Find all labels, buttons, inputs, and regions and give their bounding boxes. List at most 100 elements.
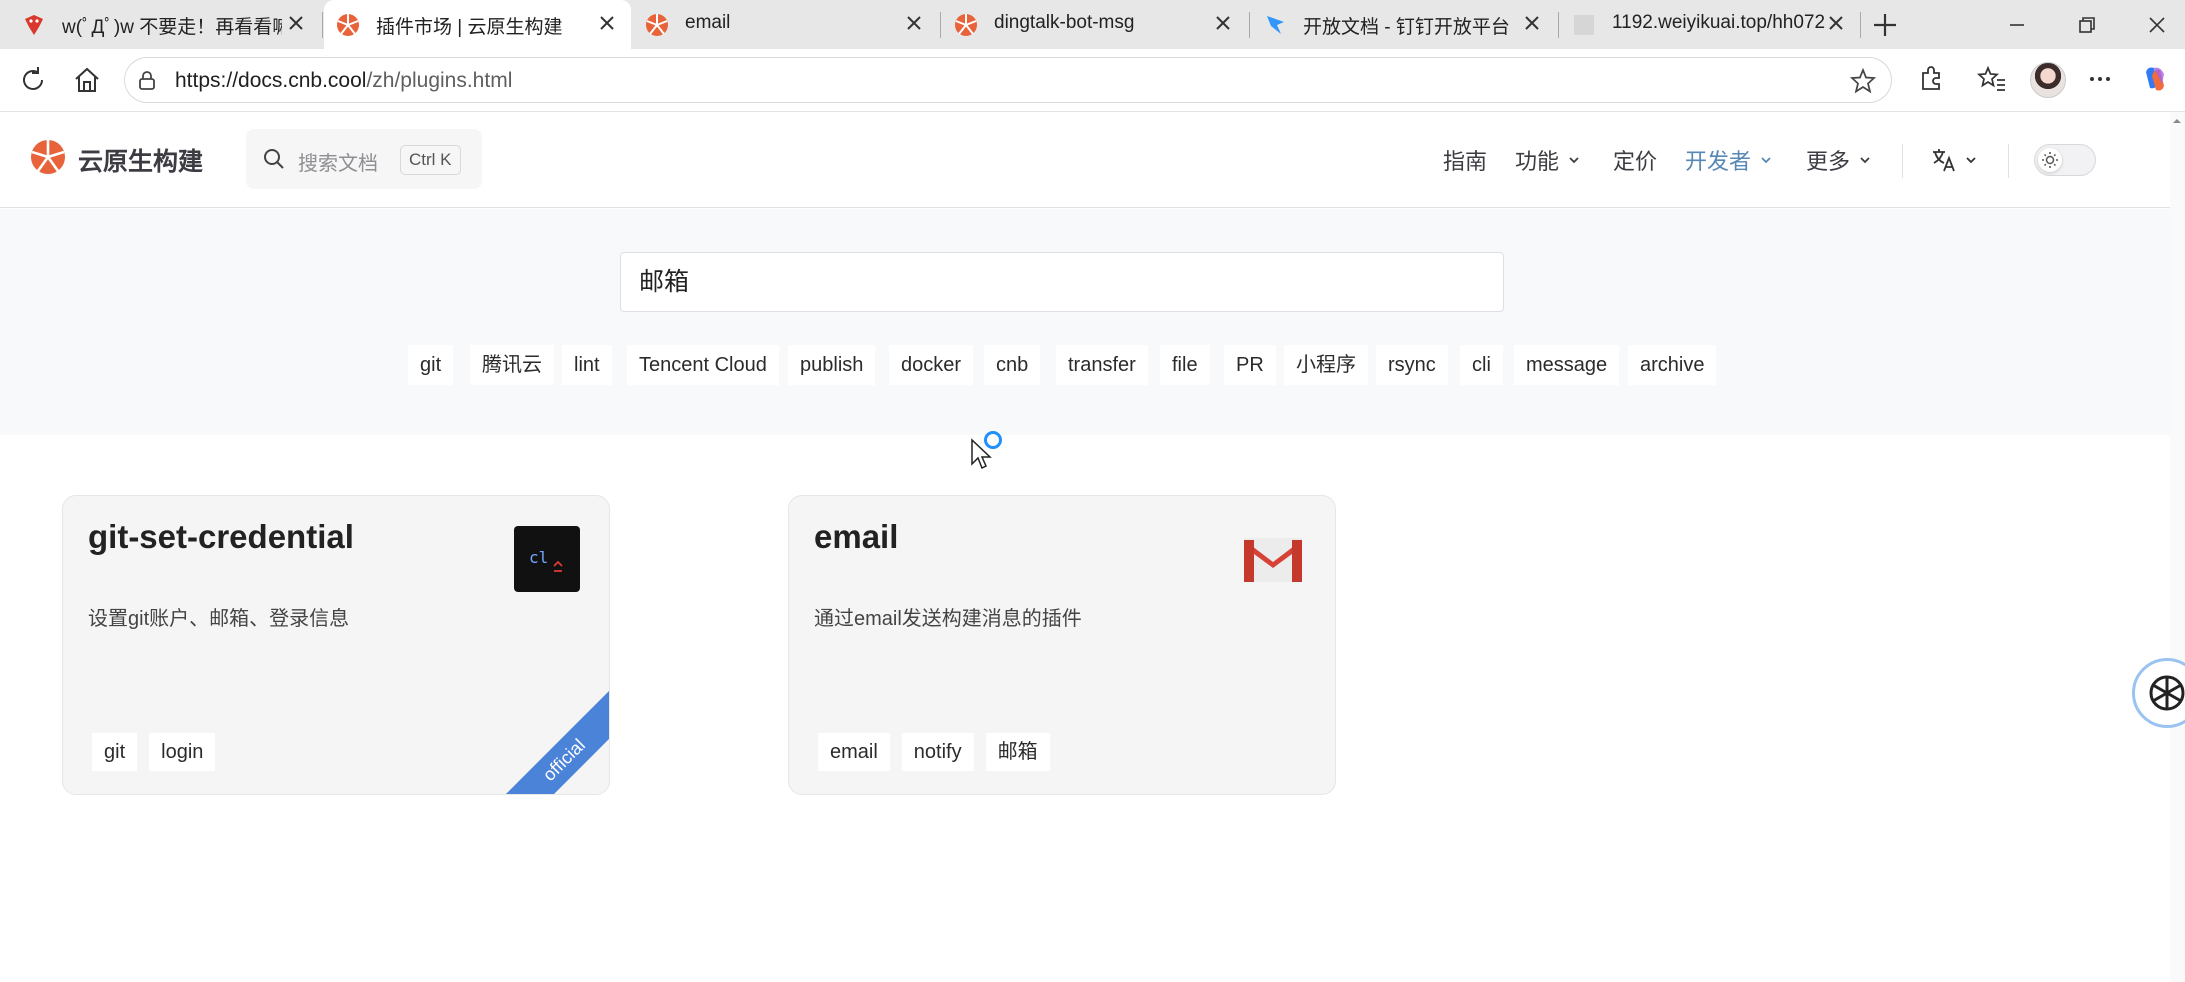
restore-icon[interactable] xyxy=(2072,10,2102,40)
assistant-logo-icon xyxy=(2149,675,2185,711)
nav-features[interactable]: 功能 xyxy=(1515,144,1581,176)
tab-title: 插件市场 | 云原生构建 xyxy=(376,17,563,38)
tag-filter[interactable]: 腾讯云 xyxy=(470,345,554,385)
profile-avatar[interactable] xyxy=(2030,62,2066,98)
tab-title: dingtalk-bot-msg xyxy=(994,12,1135,33)
search-icon xyxy=(264,149,284,169)
tag-filter[interactable]: archive xyxy=(1628,345,1717,385)
nav-guide[interactable]: 指南 xyxy=(1443,144,1487,176)
nav-divider xyxy=(1902,144,1903,178)
plugin-search-area: 邮箱 git 腾讯云 lint Tencent Cloud publish do… xyxy=(0,209,2170,435)
tag-filter[interactable]: Tencent Cloud xyxy=(627,345,779,385)
tag-filter[interactable]: file xyxy=(1160,345,1210,385)
plugin-card-git-set-credential[interactable]: git-set-credential cl 设置git账户、邮箱、登录信息 gi… xyxy=(62,495,610,795)
plugin-tag[interactable]: login xyxy=(149,733,216,771)
theme-toggle[interactable] xyxy=(2034,144,2096,176)
official-badge: official xyxy=(484,680,609,794)
plugin-description: 通过email发送构建消息的插件 xyxy=(814,608,1082,630)
browser-tab-6[interactable]: 1192.weiyikuai.top/hh072 xyxy=(1560,0,1860,49)
site-header: 云原生构建 搜索文档 Ctrl K 指南 功能 定价 开发者 更多 xyxy=(0,112,2170,208)
favorites-icon[interactable] xyxy=(1975,62,2009,96)
tab-title: 开放文档 - 钉钉开放平台 xyxy=(1303,17,1510,38)
nav-developer[interactable]: 开发者 xyxy=(1685,144,1773,176)
doc-search-button[interactable]: 搜索文档 Ctrl K xyxy=(246,129,482,189)
close-tab-icon[interactable] xyxy=(1824,11,1848,35)
extensions-icon[interactable] xyxy=(1914,62,1948,96)
nav-more[interactable]: 更多 xyxy=(1806,144,1872,176)
plugin-tags: email notify 邮箱 xyxy=(818,733,1050,771)
language-switcher[interactable] xyxy=(1930,144,1990,176)
tag-filter-list: git 腾讯云 lint Tencent Cloud publish docke… xyxy=(0,345,2170,385)
tag-filter[interactable]: rsync xyxy=(1376,345,1448,385)
dingtalk-icon xyxy=(1267,16,1284,34)
close-window-icon[interactable] xyxy=(2142,10,2172,40)
translate-icon xyxy=(1933,149,1955,172)
chevron-down-icon xyxy=(1761,157,1771,164)
more-options-icon[interactable] xyxy=(2083,62,2117,96)
close-tab-icon[interactable] xyxy=(1520,11,1544,35)
floating-assistant-button[interactable] xyxy=(2132,658,2185,728)
browser-tab-3[interactable]: email xyxy=(633,0,938,49)
plugin-tag[interactable]: git xyxy=(92,733,138,771)
scroll-up-icon[interactable] xyxy=(2172,116,2182,126)
search-placeholder: 搜索文档 xyxy=(298,153,378,175)
chevron-down-icon xyxy=(1569,157,1579,164)
url-text[interactable]: https://docs.cnb.cool/zh/plugins.html xyxy=(175,69,512,93)
plugin-description: 设置git账户、邮箱、登录信息 xyxy=(88,608,350,630)
tag-filter[interactable]: transfer xyxy=(1056,345,1148,385)
nav-divider xyxy=(2008,144,2009,178)
svg-text:cl: cl xyxy=(529,548,548,567)
address-bar[interactable]: https://docs.cnb.cool/zh/plugins.html xyxy=(124,57,1892,103)
brand-name[interactable]: 云原生构建 xyxy=(78,142,203,178)
refresh-icon[interactable] xyxy=(16,63,50,97)
tag-filter[interactable]: cnb xyxy=(984,345,1041,385)
copilot-icon[interactable] xyxy=(2138,62,2172,96)
close-tab-icon[interactable] xyxy=(902,11,926,35)
tag-filter[interactable]: message xyxy=(1514,345,1620,385)
cnb-logo-icon xyxy=(646,14,668,36)
tab-title: w(ﾟДﾟ)w 不要走！再看看嘛 xyxy=(62,17,282,38)
cnb-logo-icon[interactable] xyxy=(30,139,66,175)
close-tab-icon[interactable] xyxy=(1211,11,1235,35)
tab-title: 1192.weiyikuai.top/hh072 xyxy=(1612,12,1826,33)
tag-filter[interactable]: 小程序 xyxy=(1284,345,1368,385)
favorite-star-icon[interactable] xyxy=(1849,67,1877,95)
plugin-tag[interactable]: email xyxy=(818,733,890,771)
new-tab-icon[interactable] xyxy=(1870,10,1900,40)
plugin-name[interactable]: email xyxy=(814,518,898,556)
plugin-tag[interactable]: 邮箱 xyxy=(985,733,1050,771)
chevron-down-icon xyxy=(1860,157,1870,164)
lock-icon[interactable] xyxy=(135,68,159,92)
nav-pricing[interactable]: 定价 xyxy=(1613,144,1657,176)
browser-tab-1[interactable]: w(ﾟДﾟ)w 不要走！再看看嘛 xyxy=(10,0,320,49)
terminal-cli-icon: cl xyxy=(514,526,580,592)
browser-toolbar: https://docs.cnb.cool/zh/plugins.html xyxy=(0,49,2185,112)
plugin-name[interactable]: git-set-credential xyxy=(88,518,354,556)
browser-tab-strip: w(ﾟДﾟ)w 不要走！再看看嘛 插件市场 | 云原生构建 email ding… xyxy=(0,0,2185,49)
tag-filter[interactable]: docker xyxy=(889,345,974,385)
home-icon[interactable] xyxy=(70,63,104,97)
red-bird-icon xyxy=(25,15,43,35)
minimize-icon[interactable] xyxy=(2002,10,2032,40)
browser-tab-5[interactable]: 开放文档 - 钉钉开放平台 xyxy=(1251,0,1556,49)
browser-tab-4[interactable]: dingtalk-bot-msg xyxy=(942,0,1247,49)
page-scrollbar[interactable] xyxy=(2170,112,2185,982)
tag-filter[interactable]: git xyxy=(408,345,454,385)
plugin-tag[interactable]: notify xyxy=(901,733,974,771)
tag-filter[interactable]: PR xyxy=(1224,345,1276,385)
tab-title: email xyxy=(685,12,731,33)
browser-tab-2[interactable]: 插件市场 | 云原生构建 xyxy=(324,0,631,49)
close-tab-icon[interactable] xyxy=(595,11,619,35)
tag-filter[interactable]: cli xyxy=(1460,345,1503,385)
plugin-card-email[interactable]: email 通过email发送构建消息的插件 email notify 邮箱 xyxy=(788,495,1336,795)
tag-filter[interactable]: lint xyxy=(562,345,612,385)
close-tab-icon[interactable] xyxy=(284,11,308,35)
plugin-tags: git login xyxy=(92,733,216,771)
tag-filter[interactable]: publish xyxy=(788,345,876,385)
blank-page-icon xyxy=(1574,15,1594,35)
cnb-logo-icon xyxy=(337,14,359,36)
plugin-search-input[interactable]: 邮箱 xyxy=(620,252,1504,312)
loading-spinner-icon xyxy=(984,431,1002,449)
search-shortcut: Ctrl K xyxy=(400,145,461,175)
theme-toggle-knob xyxy=(2038,148,2062,172)
